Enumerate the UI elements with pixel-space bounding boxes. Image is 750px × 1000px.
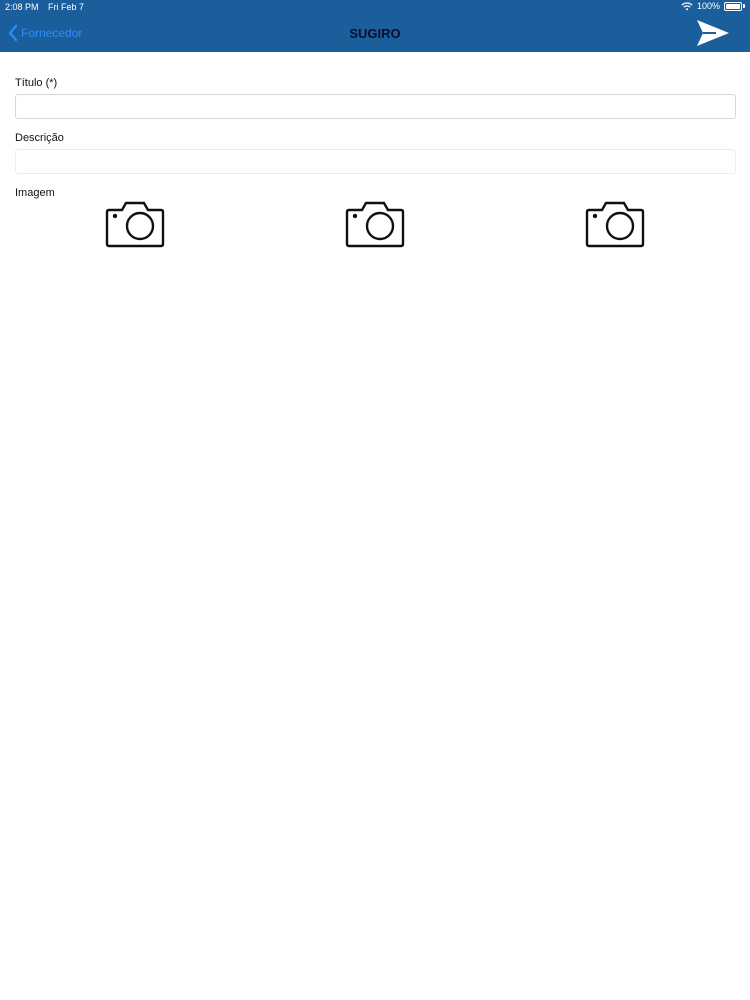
- status-bar: 2:08 PM Fri Feb 7 100%: [0, 0, 750, 14]
- title-input[interactable]: [15, 94, 736, 119]
- page-title: SUGIRO: [349, 26, 401, 41]
- camera-icon[interactable]: [345, 200, 405, 248]
- status-time: 2:08 PM: [5, 2, 39, 12]
- description-label: Descrição: [15, 132, 64, 144]
- wifi-icon: [681, 1, 693, 10]
- description-input[interactable]: [15, 149, 736, 174]
- camera-icon[interactable]: [105, 200, 165, 248]
- image-picker-row: [0, 200, 750, 248]
- battery-percent: 100%: [696, 1, 720, 11]
- send-icon[interactable]: [696, 18, 730, 48]
- title-label: Título (*): [15, 77, 58, 89]
- camera-icon[interactable]: [585, 200, 645, 248]
- battery-tip: [743, 4, 745, 8]
- battery-icon: [724, 1, 742, 11]
- status-date: Fri Feb 7: [48, 2, 85, 12]
- navigation-bar: 2:08 PM Fri Feb 7 100% Fornecedor SUGIRO: [0, 0, 750, 52]
- image-label: Imagem: [15, 187, 55, 199]
- status-right: 100%: [681, 1, 745, 11]
- suggestion-form: Título (*) Descrição Imagem: [15, 76, 736, 204]
